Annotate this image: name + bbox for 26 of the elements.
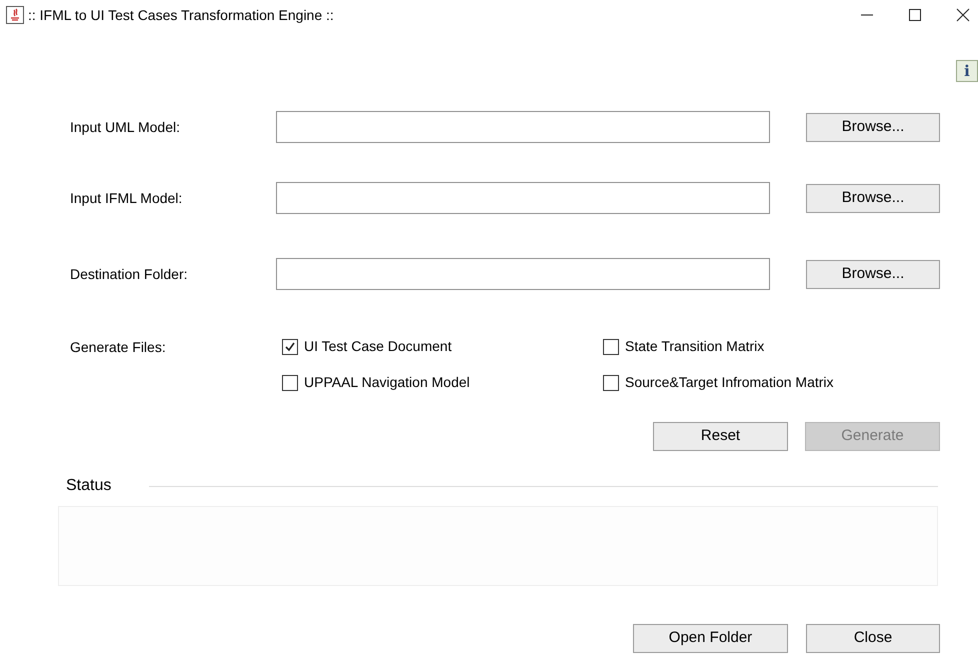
action-button[interactable]: Close: [806, 624, 940, 653]
field-label: Input UML Model:: [70, 118, 181, 137]
path-field[interactable]: [276, 111, 770, 143]
browse-button[interactable]: Browse...: [806, 184, 940, 212]
close-icon[interactable]: [956, 8, 970, 22]
maximize-icon[interactable]: [908, 8, 922, 22]
field-label: Input IFML Model:: [70, 188, 184, 208]
checkbox-icon[interactable]: [603, 374, 619, 390]
path-field[interactable]: [276, 182, 770, 214]
field-label: Generate Files:: [70, 338, 167, 357]
file-checkbox[interactable]: State Transition Matrix: [603, 336, 943, 357]
checkbox-icon[interactable]: [603, 338, 619, 354]
action-button[interactable]: Reset: [653, 422, 788, 451]
checked-box-icon[interactable]: [282, 338, 298, 354]
field-label: Destination Folder:: [70, 264, 189, 284]
action-button[interactable]: Open Folder: [633, 624, 788, 653]
file-checkbox[interactable]: UPPAAL Navigation Model: [282, 372, 603, 393]
path-field[interactable]: [276, 258, 770, 290]
browse-button[interactable]: Browse...: [806, 260, 940, 288]
info-button[interactable]: i: [956, 60, 978, 82]
file-checkbox[interactable]: Source&Target Infromation Matrix: [603, 372, 943, 393]
file-checkbox[interactable]: UI Test Case Document: [282, 336, 603, 357]
window-title: :: IFML to UI Test Cases Transformation Engine ::: [28, 6, 334, 25]
checkbox-icon[interactable]: [282, 374, 298, 390]
status-title: Status: [66, 476, 112, 496]
browse-button[interactable]: Browse...: [806, 112, 940, 142]
